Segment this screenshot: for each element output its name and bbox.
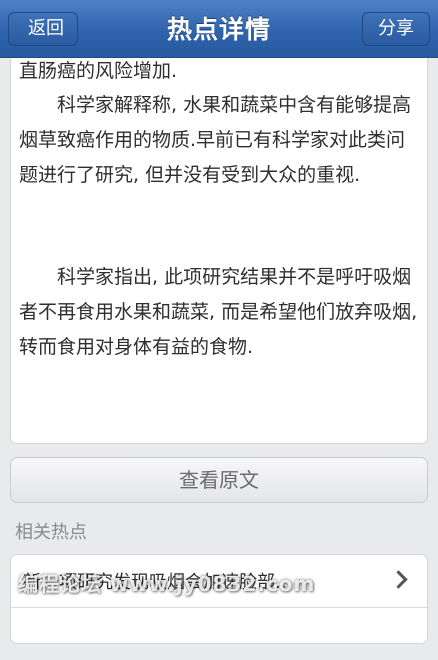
watermark: 编程论坛 www.jy0832.com: [18, 572, 316, 596]
article-content[interactable]: 直肠癌的风险增加. 科学家解释称, 水果和蔬菜中含有能够提高烟草致癌作用的物质.…: [10, 58, 428, 444]
navigation-bar: 返回 热点详情 分享: [0, 0, 438, 58]
view-original-button[interactable]: 查看原文: [10, 457, 428, 503]
article-paragraph: 科学家解释称, 水果和蔬菜中含有能够提高烟草致癌作用的物质.早前已有科学家对此类…: [19, 94, 412, 186]
article-paragraph: 直肠癌的风险增加.: [19, 60, 178, 82]
article-paragraph: 科学家指出, 此项研究结果并不是呼吁吸烟者不再食用水果和蔬菜, 而是希望他们放弃…: [19, 266, 418, 358]
share-button[interactable]: 分享: [362, 12, 430, 46]
related-item[interactable]: [11, 608, 427, 660]
related-section-title: 相关热点: [15, 522, 87, 543]
